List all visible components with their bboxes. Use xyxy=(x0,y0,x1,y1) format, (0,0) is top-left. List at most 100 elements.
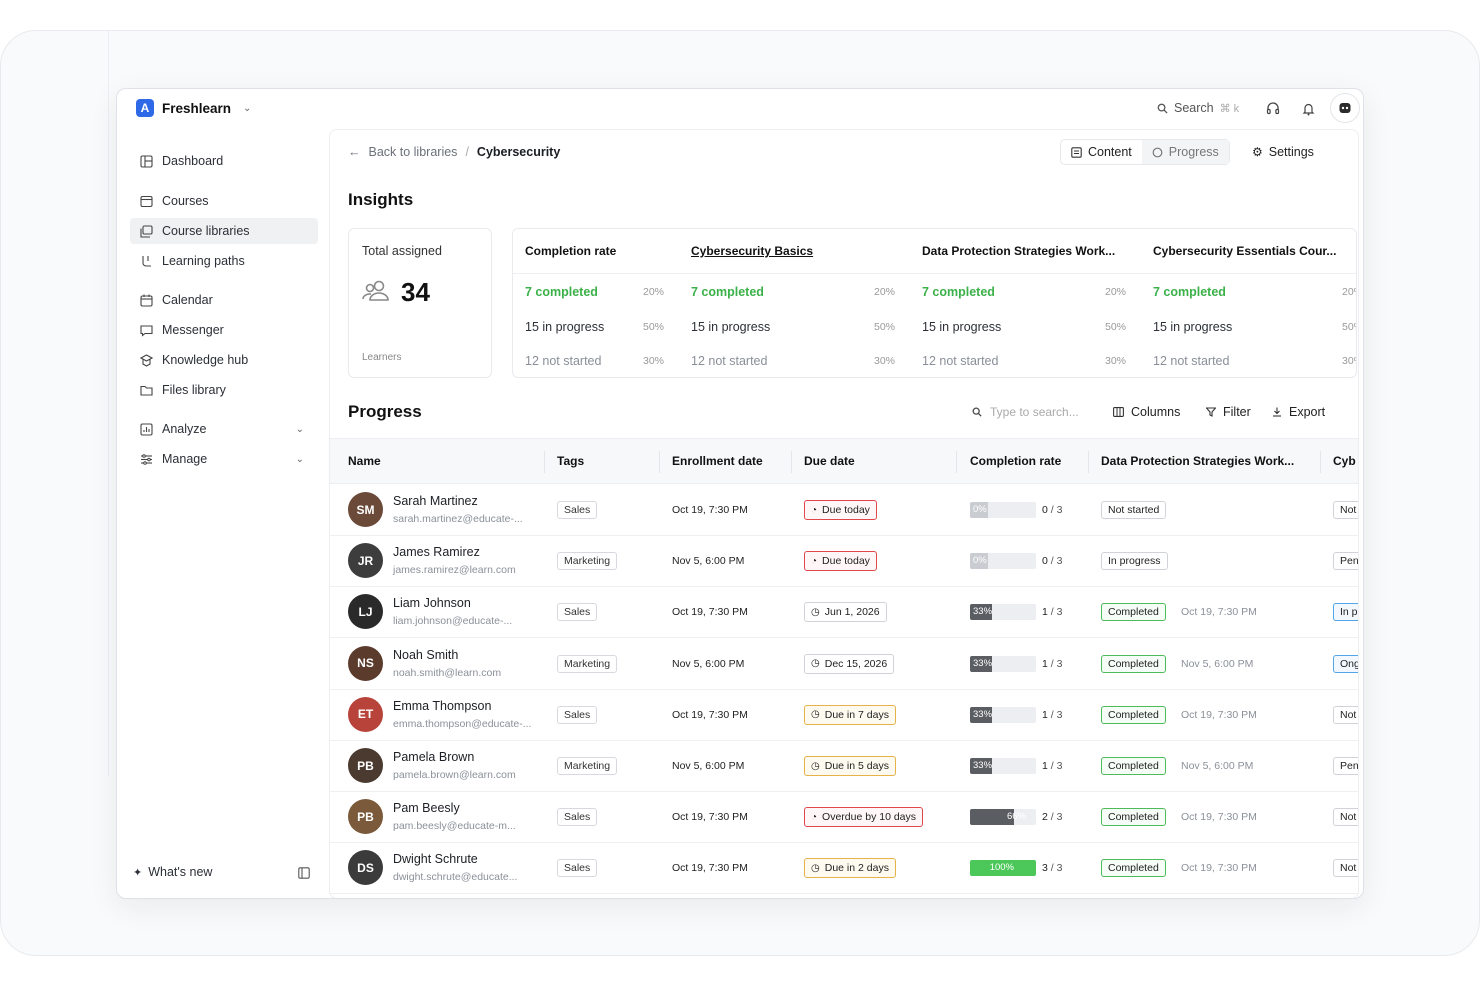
tab-content[interactable]: Content xyxy=(1061,140,1142,164)
download-icon xyxy=(1273,407,1281,417)
course-status-date: Nov 5, 6:00 PM xyxy=(1181,760,1254,772)
column-header-name[interactable]: Name xyxy=(348,454,381,468)
completed-percent: 20% xyxy=(643,286,665,298)
back-arrow-icon[interactable]: ← xyxy=(348,145,361,159)
table-header: Name Tags Enrollment date Due date Compl… xyxy=(330,438,1358,484)
tab-label: Progress xyxy=(1168,145,1219,159)
course-status-date: Oct 19, 7:30 PM xyxy=(1181,606,1257,619)
filter-button[interactable]: Filter xyxy=(1206,405,1251,419)
app-window: A Freshlearn ⌄ Search ⌘ k Dashboard Cour… xyxy=(116,88,1364,899)
in-progress-percent: 50% xyxy=(1105,321,1127,333)
main-panel: ← Back to libraries / Cybersecurity Cont… xyxy=(329,129,1359,898)
column-header-course-2[interactable]: Cyb xyxy=(1333,454,1356,468)
table-row[interactable]: PB Pam Beesly pam.beesly@educate-m... Sales… xyxy=(330,792,1358,844)
page-title: Cybersecurity xyxy=(476,145,561,159)
table-row[interactable]: NS Noah Smith noah.smith@learn.com Marketin… xyxy=(330,639,1358,690)
learner-name[interactable]: Dwight Schrute xyxy=(393,852,478,866)
clock-icon: ◷ xyxy=(811,658,820,670)
user-avatar[interactable] xyxy=(1330,93,1360,123)
column-header-tags[interactable]: Tags xyxy=(557,454,584,468)
table-row[interactable]: PB Pamela Brown pamela.brown@learn.com Mark… xyxy=(330,741,1358,792)
avatar: PB xyxy=(348,748,383,783)
completed-percent: 20% xyxy=(1105,286,1127,298)
table-row[interactable]: LJ Liam Johnson liam.johnson@educate-... Sa… xyxy=(330,587,1358,639)
column-divider xyxy=(1320,451,1321,473)
view-switcher: Content Progress xyxy=(1060,139,1230,165)
column-divider xyxy=(791,451,792,473)
completed-percent: 20% xyxy=(874,286,896,298)
completed-modules: 2 xyxy=(1042,811,1048,824)
sidebar-item-course-libraries[interactable]: Course libraries xyxy=(130,218,318,244)
learner-name[interactable]: Noah Smith xyxy=(393,648,458,662)
course-title-link[interactable]: Cybersecurity Basics xyxy=(691,244,813,258)
learner-name[interactable]: Pamela Brown xyxy=(393,750,474,764)
completed-count: 7 completed xyxy=(525,285,598,299)
due-date-badge: ◔ Due today xyxy=(804,500,877,520)
export-button[interactable]: Export xyxy=(1272,405,1325,419)
tab-progress[interactable]: Progress xyxy=(1141,140,1229,164)
learner-name[interactable]: Liam Johnson xyxy=(393,596,471,610)
not-started-percent: 30% xyxy=(1105,355,1127,367)
learner-email: emma.thompson@educate-... xyxy=(393,717,532,730)
sidebar-item-label: Courses xyxy=(162,194,209,208)
sidebar-item-knowledge-hub[interactable]: Knowledge hub xyxy=(130,347,318,373)
course-status-badge: Completed xyxy=(1101,808,1166,827)
sidebar-item-manage[interactable]: Manage ⌄ xyxy=(130,446,318,472)
enrollment-date: Oct 19, 7:30 PM xyxy=(672,504,748,516)
course-status-badge: Completed xyxy=(1101,654,1166,673)
back-to-libraries-link[interactable]: Back to libraries xyxy=(369,145,458,159)
enrollment-date: Nov 5, 6:00 PM xyxy=(672,555,745,568)
completion-percent: 100% xyxy=(989,862,1014,874)
table-search-input[interactable]: Type to search... xyxy=(972,405,1079,419)
whats-new-label: What's new xyxy=(148,865,213,879)
workspace-switcher[interactable]: A Freshlearn ⌄ xyxy=(136,99,251,117)
due-date-badge: ◔ Overdue by 10 days xyxy=(804,807,924,828)
enrollment-date: Oct 19, 7:30 PM xyxy=(672,606,748,619)
total-modules: 3 xyxy=(1056,862,1063,875)
column-header-enrollment[interactable]: Enrollment date xyxy=(672,454,763,468)
table-row[interactable]: DS Dwight Schrute dwight.schrute@educate..… xyxy=(330,843,1358,895)
avatar: SM xyxy=(348,492,383,527)
sidebar-item-calendar[interactable]: Calendar xyxy=(130,287,318,313)
chevron-down-icon: ⌄ xyxy=(295,453,304,465)
table-row[interactable]: ET Emma Thompson emma.thompson@educate-...… xyxy=(330,690,1358,741)
settings-button[interactable]: ⚙ Settings xyxy=(1252,145,1314,159)
column-header-completion[interactable]: Completion rate xyxy=(970,454,1061,468)
completion-bar: 0% xyxy=(970,502,1036,518)
sidebar-item-courses[interactable]: Courses xyxy=(130,188,318,214)
folder-icon xyxy=(140,384,153,397)
global-search[interactable]: Search ⌘ k xyxy=(1157,101,1239,115)
learner-name[interactable]: Pam Beesly xyxy=(393,801,460,815)
rate-column-course-1: Cybersecurity Basics 7 completed 20% 15 … xyxy=(679,229,910,377)
clock-icon: ◷ xyxy=(811,760,820,772)
course-status-date: Nov 5, 6:00 PM xyxy=(1181,657,1254,670)
search-shortcut: ⌘ k xyxy=(1219,102,1240,115)
learner-name[interactable]: James Ramirez xyxy=(393,545,480,559)
learner-name[interactable]: Emma Thompson xyxy=(393,699,491,713)
not-started-count: 12 not started xyxy=(922,354,999,368)
headset-icon[interactable] xyxy=(1263,99,1283,119)
top-bar: A Freshlearn ⌄ Search ⌘ k xyxy=(117,89,1363,129)
column-header-course[interactable]: Data Protection Strategies Work... xyxy=(1101,454,1294,468)
course-status-date: Oct 19, 7:30 PM xyxy=(1181,862,1257,875)
whats-new-button[interactable]: ✦ What's new xyxy=(133,865,212,879)
column-header-due-date[interactable]: Due date xyxy=(804,454,855,468)
collapse-sidebar-icon[interactable] xyxy=(298,866,310,884)
completion-count: 1 / 3 xyxy=(1042,657,1063,670)
sidebar-item-dashboard[interactable]: Dashboard xyxy=(130,148,318,174)
sidebar-item-analyze[interactable]: Analyze ⌄ xyxy=(130,416,318,442)
table-row[interactable]: JR James Ramirez james.ramirez@learn.com Ma… xyxy=(330,536,1358,588)
table-row[interactable]: SM Sarah Martinez sarah.martinez@educate-.… xyxy=(330,485,1358,536)
learner-name[interactable]: Sarah Martinez xyxy=(393,494,478,508)
sidebar-item-messenger[interactable]: Messenger xyxy=(130,317,318,343)
sidebar: Dashboard Courses Course libraries Learn… xyxy=(117,129,329,898)
tab-label: Content xyxy=(1088,145,1132,159)
sidebar-item-learning-paths[interactable]: Learning paths xyxy=(130,248,318,274)
sidebar-item-files-library[interactable]: Files library xyxy=(130,377,318,403)
completion-percent: 33% xyxy=(973,708,993,720)
sidebar-item-label: Messenger xyxy=(162,323,224,337)
bell-icon[interactable] xyxy=(1298,99,1318,119)
columns-button[interactable]: Columns xyxy=(1113,405,1180,419)
completed-count: 7 completed xyxy=(691,285,764,299)
columns-label: Columns xyxy=(1131,405,1181,419)
